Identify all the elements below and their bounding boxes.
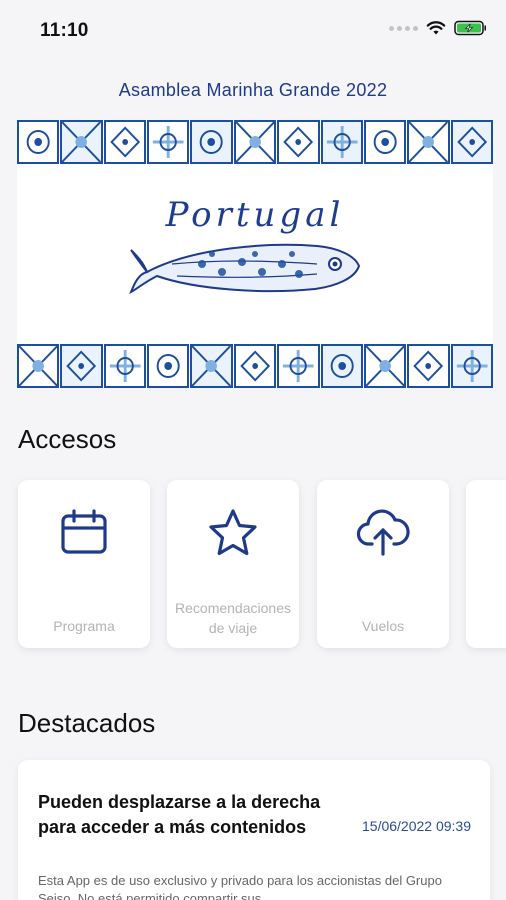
calendar-icon xyxy=(61,509,107,554)
azulejo-tile xyxy=(233,120,277,164)
access-card-label: Vuelos xyxy=(361,618,405,634)
accesos-heading: Accesos xyxy=(18,424,117,454)
cloud-upload-icon xyxy=(356,509,410,556)
sardine-icon xyxy=(129,243,361,295)
azulejo-tile-row-top xyxy=(17,120,493,164)
azulejo-tile xyxy=(407,120,450,164)
azulejo-tile xyxy=(233,344,277,388)
azulejo-tile xyxy=(17,344,60,388)
accesos-carousel[interactable]: Programa Recomendaciones de viaje Vuelos xyxy=(18,480,506,650)
event-title: Asamblea Marinha Grande 2022 xyxy=(118,80,388,100)
signal-icon xyxy=(389,25,418,31)
azulejo-tile xyxy=(450,120,493,164)
news-title: Pueden desplazarse a la derecha para acc… xyxy=(38,792,321,837)
access-card-recomendaciones[interactable]: Recomendaciones de viaje xyxy=(167,480,299,648)
status-icons xyxy=(389,20,488,36)
azulejo-tile xyxy=(320,344,363,388)
azulejo-tile xyxy=(277,120,320,164)
access-card-partial[interactable] xyxy=(466,480,506,648)
azulejo-tile-row-bottom xyxy=(17,344,493,388)
news-body: Esta App es de uso exclusivo y privado p… xyxy=(38,873,442,900)
azulejo-tile xyxy=(17,120,60,164)
azulejo-tile xyxy=(103,344,147,388)
event-banner: Portugal xyxy=(17,120,493,388)
azulejo-tile xyxy=(60,344,103,388)
battery-charging-icon xyxy=(454,20,486,36)
azulejo-tile xyxy=(363,120,407,164)
azulejo-tile xyxy=(103,120,147,164)
azulejo-tile xyxy=(320,120,363,164)
banner-artwork: Portugal xyxy=(17,164,493,344)
destacados-heading: Destacados xyxy=(18,708,156,738)
azulejo-tile xyxy=(60,120,103,164)
azulejo-tile xyxy=(363,344,407,388)
azulejo-tile xyxy=(407,344,450,388)
featured-news-card[interactable]: Pueden desplazarse a la derecha para acc… xyxy=(18,760,490,900)
status-bar: 11:10 xyxy=(0,0,506,60)
portugal-script-text: Portugal xyxy=(165,195,345,235)
wifi-icon xyxy=(426,21,446,35)
azulejo-tile xyxy=(190,120,233,164)
star-icon xyxy=(209,509,257,556)
azulejo-tile xyxy=(147,120,190,164)
azulejo-tile xyxy=(277,344,320,388)
access-card-label: Programa xyxy=(53,618,115,634)
news-date: 15/06/2022 09:39 xyxy=(362,818,471,834)
azulejo-tile xyxy=(190,344,233,388)
status-time: 11:10 xyxy=(40,20,89,41)
access-card-label: Recomendaciones de viaje xyxy=(175,600,291,636)
azulejo-tile xyxy=(450,344,493,388)
azulejo-tile xyxy=(147,344,190,388)
access-card-programa[interactable]: Programa xyxy=(18,480,150,648)
access-card-vuelos[interactable]: Vuelos xyxy=(317,480,449,648)
